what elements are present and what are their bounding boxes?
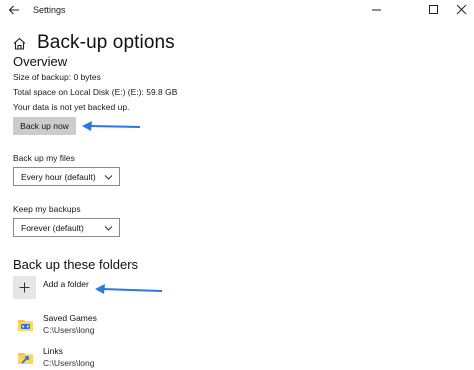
overview-heading: Overview: [13, 54, 68, 69]
window-title: Settings: [33, 5, 66, 15]
home-icon[interactable]: [12, 36, 27, 51]
add-folder-label[interactable]: Add a folder: [43, 279, 89, 289]
folder-name: Saved Games: [43, 313, 97, 323]
back-arrow-icon[interactable]: [7, 3, 21, 17]
add-folder-button[interactable]: [13, 276, 36, 299]
settings-window: Settings Back-up options Overview Size o…: [0, 0, 474, 370]
plus-icon: [19, 282, 30, 293]
backup-status-text: Your data is not yet backed up.: [13, 102, 130, 112]
backup-frequency-label: Back up my files: [13, 153, 75, 163]
folder-list-item[interactable]: Links C:\Users\long: [13, 345, 313, 370]
page-title: Back-up options: [37, 32, 175, 53]
maximize-button[interactable]: [425, 2, 443, 18]
folder-path: C:\Users\long: [43, 325, 95, 335]
keep-backups-value: Forever (default): [21, 222, 84, 233]
minimize-button[interactable]: [368, 2, 386, 18]
folder-path: C:\Users\long: [43, 358, 95, 368]
links-folder-icon: [17, 349, 34, 366]
backup-size-text: Size of backup: 0 bytes: [13, 72, 101, 82]
close-button[interactable]: [453, 2, 471, 18]
folders-heading: Back up these folders: [13, 257, 139, 272]
saved-games-folder-icon: [17, 316, 34, 333]
keep-backups-label: Keep my backups: [13, 204, 81, 214]
folder-name: Links: [43, 346, 63, 356]
backup-frequency-value: Every hour (default): [21, 171, 96, 182]
folder-list-item[interactable]: Saved Games C:\Users\long: [13, 312, 313, 342]
back-up-now-button[interactable]: Back up now: [13, 117, 76, 135]
chevron-down-icon: [104, 173, 113, 180]
title-bar: Settings: [0, 0, 474, 22]
annotation-arrow-icon: [95, 284, 163, 294]
total-space-text: Total space on Local Disk (E:) (E:): 59.…: [13, 87, 178, 97]
backup-frequency-dropdown[interactable]: Every hour (default): [13, 167, 120, 186]
chevron-down-icon: [104, 224, 113, 231]
annotation-arrow-icon: [82, 121, 141, 131]
keep-backups-dropdown[interactable]: Forever (default): [13, 218, 120, 237]
